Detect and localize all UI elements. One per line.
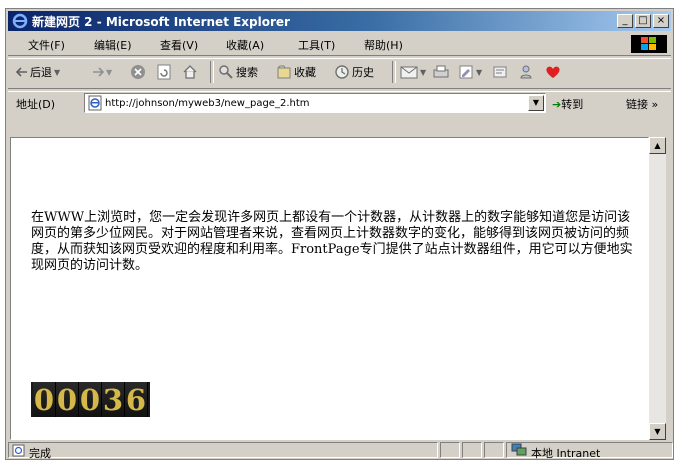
search-icon [219,65,233,79]
mail-button[interactable]: ▼ [400,62,426,82]
discuss-icon [493,66,507,78]
stop-button[interactable] [130,62,146,82]
zone-text: 本地 Intranet [531,447,601,460]
refresh-button[interactable] [156,62,172,82]
status-pane [462,442,482,458]
back-arrow-icon [16,67,27,77]
intranet-icon [511,443,527,456]
forward-arrow-icon [93,67,104,77]
address-box[interactable]: ▼ [84,93,546,113]
links-button[interactable]: 链接 » [626,96,658,112]
mail-icon [400,66,418,79]
back-button[interactable]: 后退 ▼ [16,62,60,82]
history-icon [335,65,349,79]
stop-icon [131,65,145,79]
counter-digit: 0 [56,382,79,417]
home-icon [183,65,197,79]
menu-view[interactable]: 查看(V) [160,37,198,53]
back-label: 后退 [30,66,52,79]
page-done-icon [12,444,25,457]
edit-icon [459,65,473,79]
status-pane-main: 完成 [8,442,438,460]
favorites-button[interactable]: 收藏 [276,62,316,82]
hit-counter: 0 0 0 3 6 [31,382,150,417]
toolbar-separator [392,61,396,83]
menu-bar: 文件(F) 编辑(E) 查看(V) 收藏(A) 工具(T) 帮助(H) [8,33,671,55]
history-button[interactable]: 历史 [334,62,374,82]
forward-dropdown-icon: ▼ [106,67,113,77]
counter-digit: 0 [33,382,56,417]
messenger-icon [520,65,532,79]
research-button[interactable] [544,62,562,82]
edit-button[interactable]: ▼ [458,62,482,82]
counter-digit: 3 [102,382,125,417]
back-dropdown-icon: ▼ [54,67,61,77]
home-button[interactable] [182,62,198,82]
scroll-down-icon[interactable]: ▼ [649,423,666,440]
refresh-icon [157,64,171,80]
status-pane [440,442,460,458]
search-button[interactable]: 搜索 [218,62,258,82]
page-paragraph: 在WWW上浏览时，您一定会发现许多网页上都设有一个计数器，从计数器上的数字能够知… [31,210,633,273]
print-button[interactable] [432,62,450,82]
address-bar: 地址(D) ▼ ➔转到 链接 » [8,90,671,116]
counter-digit: 6 [125,382,148,417]
status-text: 完成 [29,447,51,460]
ie-logo-icon [12,13,28,29]
toolbar: 后退 ▼ ▼ 搜索 收藏 历史 ▼ ▼ [8,57,671,87]
close-button[interactable]: × [653,14,669,28]
discuss-button[interactable] [492,62,508,82]
minimize-button[interactable]: _ [617,14,633,28]
favorites-label: 收藏 [294,66,316,79]
windows-logo-icon [631,35,667,53]
menu-help[interactable]: 帮助(H) [364,37,403,53]
menu-tools[interactable]: 工具(T) [298,37,335,53]
go-label: 转到 [561,98,584,111]
toolbar-separator [210,61,214,83]
go-arrow-icon: ➔ [552,98,562,111]
menu-file[interactable]: 文件(F) [28,37,65,53]
messenger-button[interactable] [518,62,534,82]
window-title: 新建网页 2 - Microsoft Internet Explorer [32,15,290,29]
search-label: 搜索 [236,66,258,79]
page-icon [88,95,102,111]
address-dropdown-icon[interactable]: ▼ [528,95,544,111]
print-icon [433,65,449,78]
address-input[interactable] [105,94,525,112]
go-button[interactable]: ➔转到 [552,96,583,112]
maximize-button[interactable]: □ [635,14,651,28]
menu-edit[interactable]: 编辑(E) [94,37,132,53]
page-content: 在WWW上浏览时，您一定会发现许多网页上都设有一个计数器，从计数器上的数字能够知… [10,137,649,440]
status-pane [484,442,504,458]
address-label: 地址(D) [16,98,56,111]
counter-digit: 0 [79,382,102,417]
mail-dropdown-icon: ▼ [420,67,427,77]
status-zone-pane: 本地 Intranet [506,442,673,460]
menu-favorites[interactable]: 收藏(A) [226,37,264,53]
status-bar: 完成 本地 Intranet [8,441,673,460]
forward-button[interactable]: ▼ [92,62,112,82]
research-icon [546,66,560,78]
favorites-icon [277,65,291,79]
history-label: 历史 [352,66,374,79]
vertical-scrollbar[interactable]: ▲ ▼ [649,137,666,440]
scroll-up-icon[interactable]: ▲ [649,137,666,154]
edit-dropdown-icon: ▼ [476,67,483,77]
title-bar[interactable]: 新建网页 2 - Microsoft Internet Explorer _ □… [8,11,671,31]
browser-window: 新建网页 2 - Microsoft Internet Explorer _ □… [5,8,674,460]
